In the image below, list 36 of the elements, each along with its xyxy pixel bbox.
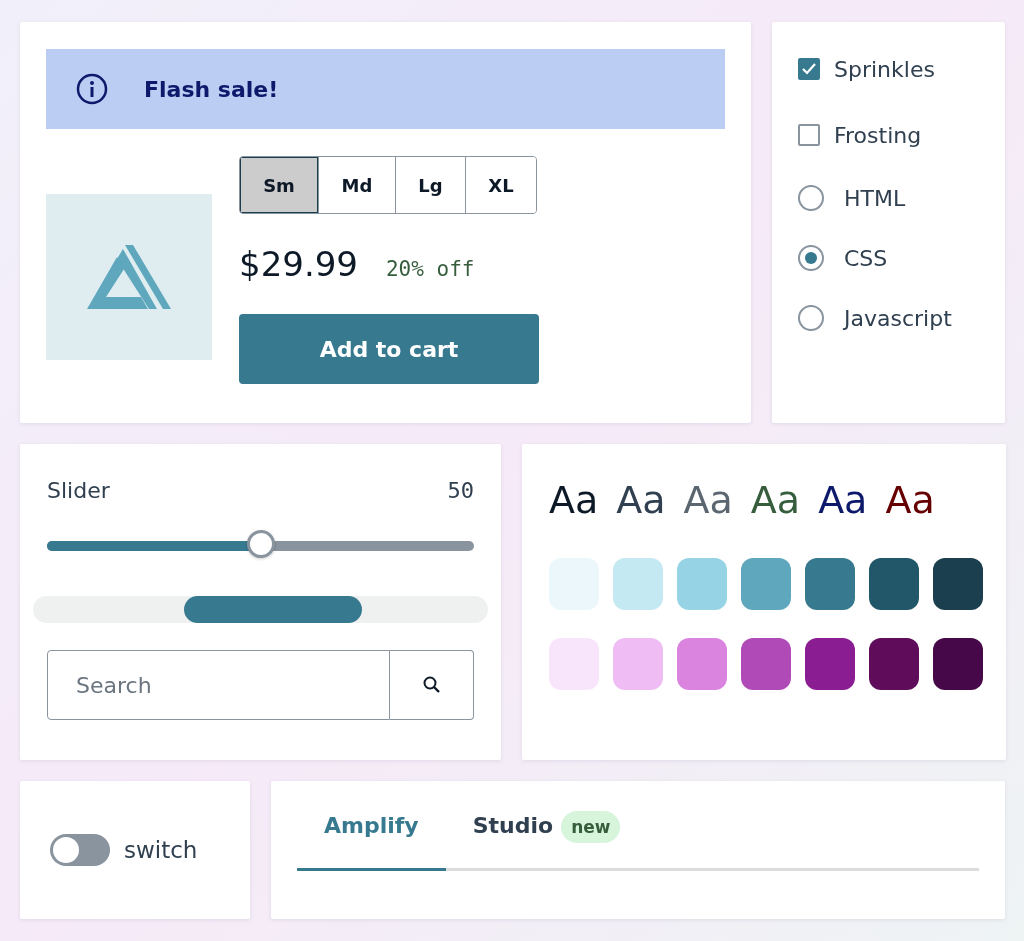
radio-label: CSS bbox=[844, 245, 888, 271]
checkbox-label: Frosting bbox=[834, 122, 922, 148]
tab[interactable]: Amplify bbox=[297, 813, 446, 871]
checkbox[interactable] bbox=[798, 124, 820, 146]
type-sample: Aa bbox=[885, 478, 935, 522]
toggle-switch[interactable] bbox=[50, 834, 110, 866]
price: $29.99 bbox=[239, 244, 358, 284]
type-sample: Aa bbox=[683, 478, 733, 522]
tab[interactable]: Studio new bbox=[445, 813, 648, 871]
type-sample: Aa bbox=[750, 478, 801, 522]
radio-button[interactable] bbox=[798, 305, 824, 331]
type-sample: Aa bbox=[818, 478, 868, 522]
switch-label: switch bbox=[124, 837, 198, 863]
new-badge: new bbox=[561, 811, 621, 843]
radio-button[interactable] bbox=[798, 245, 824, 271]
add-to-cart-button[interactable]: Add to cart bbox=[239, 314, 539, 384]
slider-value: 50 bbox=[447, 478, 474, 503]
size-option[interactable]: Sm bbox=[240, 157, 318, 213]
search-field[interactable]: Search bbox=[47, 650, 390, 720]
alert-text: Flash sale! bbox=[144, 76, 279, 102]
type-sample: Aa bbox=[549, 478, 599, 522]
logo-icon bbox=[87, 245, 171, 309]
radio-label: Javascript bbox=[844, 305, 952, 331]
radio-button[interactable] bbox=[798, 185, 824, 211]
discount-label: 20% off bbox=[385, 257, 475, 281]
type-sample: Aa bbox=[616, 478, 666, 522]
search-button[interactable] bbox=[390, 650, 474, 720]
checkbox-label: Sprinkles bbox=[834, 56, 935, 82]
search-icon bbox=[421, 675, 442, 695]
slider-label: Slider bbox=[47, 478, 110, 503]
slider-thumb[interactable] bbox=[246, 530, 275, 558]
checkbox[interactable] bbox=[798, 58, 820, 80]
checkmark-icon bbox=[801, 61, 817, 77]
size-option[interactable]: XL bbox=[465, 157, 536, 213]
info-icon bbox=[76, 73, 108, 105]
radio-label: HTML bbox=[844, 185, 906, 211]
